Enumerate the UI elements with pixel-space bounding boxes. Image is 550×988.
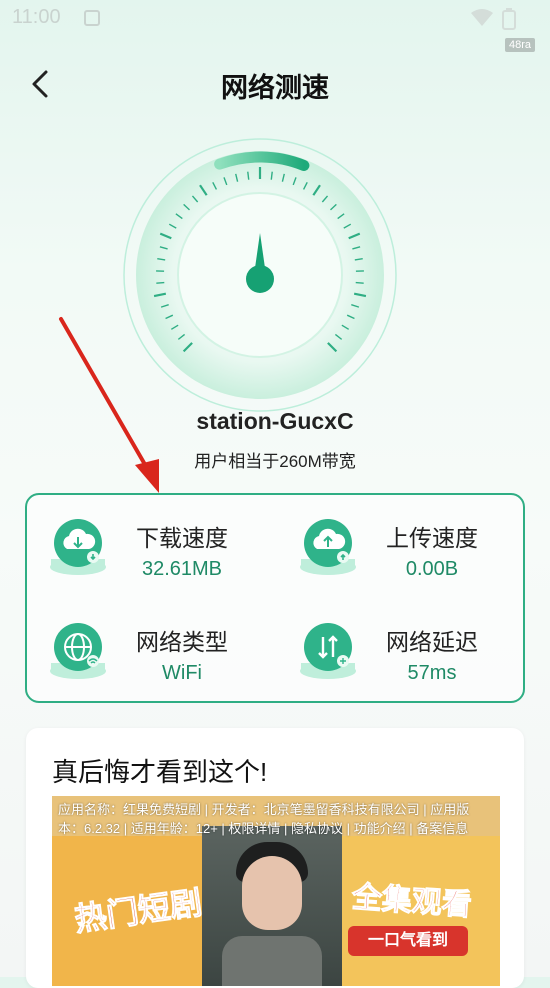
ad-portrait bbox=[202, 826, 342, 986]
globe-icon bbox=[49, 619, 107, 681]
status-bar: 11:00 48ra bbox=[0, 0, 550, 36]
network-ssid: station-GucxC bbox=[0, 408, 550, 435]
bandwidth-text: 用户相当于260M带宽 bbox=[0, 447, 550, 472]
stat-value: 57ms bbox=[367, 662, 497, 685]
stat-upload-speed: 上传速度 0.00B bbox=[277, 503, 507, 593]
stat-label: 下载速度 bbox=[117, 519, 247, 553]
stat-value: 0.00B bbox=[367, 558, 497, 581]
stat-value: 32.61MB bbox=[117, 558, 247, 581]
stat-download-speed: 下载速度 32.61MB bbox=[27, 503, 257, 593]
gauge-tick bbox=[271, 172, 272, 180]
speed-gauge bbox=[120, 135, 400, 415]
ad-left-art-text: 热门短剧 bbox=[71, 877, 204, 940]
ad-card[interactable]: 真后悔才看到这个! 热门短剧 全集观看 一口气看到 应用名称：红果免费短剧 | … bbox=[26, 728, 524, 988]
ad-art-left: 热门短剧 bbox=[52, 836, 202, 986]
ad-right-art-text: 全集观看 bbox=[351, 872, 474, 924]
ad-art-right: 全集观看 一口气看到 bbox=[342, 836, 500, 986]
stat-label: 网络延迟 bbox=[367, 623, 497, 657]
cloud-download-icon bbox=[49, 515, 107, 577]
page-title: 网络测速 bbox=[0, 66, 550, 105]
notification-icon bbox=[84, 10, 100, 26]
stat-network-type: 网络类型 WiFi bbox=[27, 607, 257, 697]
ad-image[interactable]: 热门短剧 全集观看 一口气看到 应用名称：红果免费短剧 | 开发者：北京笔墨留香… bbox=[52, 796, 500, 986]
ad-right-banner: 一口气看到 bbox=[348, 926, 468, 956]
latency-icon bbox=[299, 619, 357, 681]
stat-network-latency: 网络延迟 57ms bbox=[277, 607, 507, 697]
wifi-icon bbox=[470, 8, 494, 28]
battery-icon bbox=[502, 8, 516, 30]
cloud-upload-icon bbox=[299, 515, 357, 577]
gauge-tick bbox=[356, 283, 364, 284]
stat-label: 网络类型 bbox=[117, 623, 247, 657]
stat-value: WiFi bbox=[117, 662, 247, 685]
gauge-tick bbox=[248, 172, 249, 180]
stats-card: 下载速度 32.61MB 上传速度 0.00B 网络类型 WiFi bbox=[25, 493, 525, 703]
ad-title: 真后悔才看到这个! bbox=[52, 752, 267, 789]
gauge-tick bbox=[156, 283, 164, 284]
stat-label: 上传速度 bbox=[367, 519, 497, 553]
status-time: 11:00 bbox=[12, 6, 61, 29]
status-tag: 48ra bbox=[505, 38, 535, 52]
ad-meta-text: 应用名称：红果免费短剧 | 开发者：北京笔墨留香科技有限公司 | 应用版本：6.… bbox=[58, 800, 478, 838]
